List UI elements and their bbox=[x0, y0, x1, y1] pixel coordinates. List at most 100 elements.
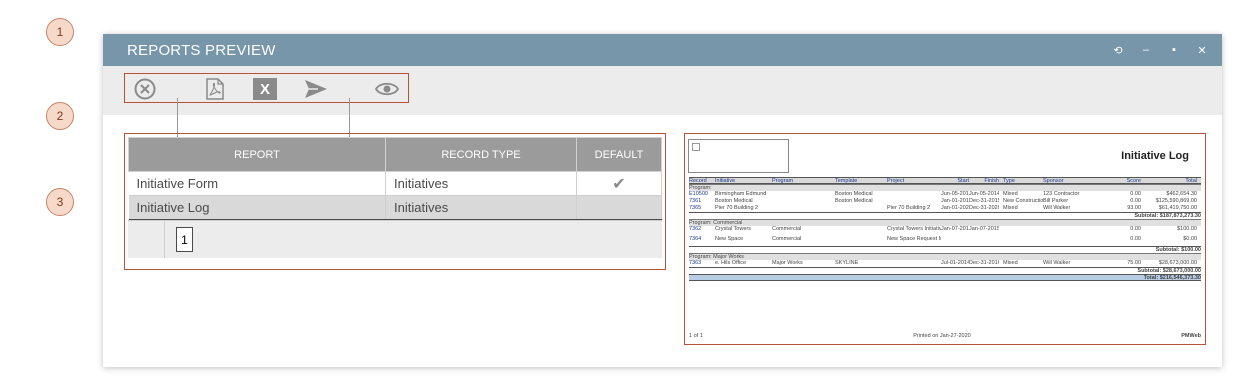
preview-cell: SKYLINE bbox=[835, 260, 859, 266]
preview-cell bbox=[887, 198, 941, 205]
preview-cell bbox=[1043, 226, 1103, 236]
preview-data-row: 7362 Crystal Towers Commercial Crystal Towe… bbox=[689, 226, 1201, 236]
preview-col-header: Score bbox=[1126, 178, 1141, 183]
preview-cell: Will Walker bbox=[1043, 205, 1071, 211]
close-circle-icon[interactable] bbox=[133, 78, 157, 100]
preview-cell: Mixed bbox=[1003, 191, 1018, 197]
table-row[interactable]: Initiative Log Initiatives bbox=[128, 195, 662, 220]
toolbar: X bbox=[103, 66, 1222, 147]
reports-table: REPORT RECORD TYPE DEFAULT Initiative Fo… bbox=[128, 137, 662, 220]
preview-group-row: Program: Major Works bbox=[689, 253, 1201, 260]
eye-icon[interactable] bbox=[374, 78, 400, 100]
record-type: Initiatives bbox=[385, 171, 577, 196]
preview-cell: Jun-05-2014 bbox=[969, 191, 999, 197]
preview-cell: Jan-07-2015 bbox=[969, 226, 999, 232]
reports-preview-window: REPORTS PREVIEW ⟲ – ▪ ✕ X REPORT RECORD … bbox=[103, 34, 1222, 367]
preview-cell: Dec-31-2020 bbox=[969, 205, 999, 211]
page-button[interactable]: 1 bbox=[176, 227, 193, 252]
preview-cell: Jun-05-2014 bbox=[941, 191, 969, 197]
excel-glyph: X bbox=[253, 78, 277, 100]
preview-cell: 7363 bbox=[689, 260, 702, 266]
record-type: Initiatives bbox=[385, 195, 577, 220]
column-header-record-type[interactable]: RECORD TYPE bbox=[385, 137, 577, 172]
preview-cell: Pier 70 Building 2 bbox=[887, 205, 931, 211]
column-header-default[interactable]: DEFAULT bbox=[576, 137, 662, 172]
logo-placeholder bbox=[688, 139, 789, 173]
preview-cell bbox=[999, 236, 1043, 246]
title-bar: REPORTS PREVIEW ⟲ – ▪ ✕ bbox=[103, 34, 1222, 66]
preview-cell bbox=[941, 236, 969, 246]
refresh-icon[interactable]: ⟲ bbox=[1110, 44, 1126, 57]
preview-group-row: Program: bbox=[689, 184, 1201, 191]
preview-col-header: Total bbox=[1185, 178, 1197, 183]
close-icon[interactable]: ✕ bbox=[1194, 44, 1210, 57]
preview-subtotal-row: Subtotal: $28,673,000.00 bbox=[689, 267, 1201, 274]
preview-cell: Commercial bbox=[772, 236, 802, 242]
preview-col-header: Template bbox=[835, 178, 858, 183]
preview-cell: Will Walker bbox=[1043, 260, 1071, 266]
preview-col-header: Initiative bbox=[715, 178, 736, 183]
preview-cell: 0.00 bbox=[1130, 191, 1141, 197]
preview-cell: 0.00 bbox=[1130, 226, 1141, 232]
excel-icon[interactable]: X bbox=[253, 78, 277, 100]
preview-total-row: Total: $216,546,373.30 bbox=[689, 274, 1201, 281]
preview-cell: Crystal Towers bbox=[715, 226, 751, 232]
preview-cell: 7365 bbox=[689, 205, 702, 211]
window-title: REPORTS PREVIEW bbox=[127, 41, 276, 59]
preview-cell bbox=[835, 226, 887, 236]
preview-cell bbox=[772, 198, 835, 205]
preview-table: Record Initiative Program Template Proje… bbox=[689, 177, 1201, 281]
preview-cell: 93.00 bbox=[1127, 205, 1141, 211]
maximize-icon[interactable]: ▪ bbox=[1166, 44, 1182, 57]
preview-cell: 7361 bbox=[689, 198, 702, 204]
column-header-report[interactable]: REPORT bbox=[128, 137, 386, 172]
preview-cell: Commercial bbox=[772, 226, 802, 232]
preview-cell: $0.00 bbox=[1183, 236, 1197, 242]
preview-title: Initiative Log bbox=[1121, 150, 1189, 162]
preview-cell: E10500 bbox=[689, 191, 708, 197]
preview-cell bbox=[772, 191, 835, 198]
preview-subtotal-row: Subtotal: $100.00 bbox=[689, 246, 1201, 253]
checkmark-icon: ✔ bbox=[576, 171, 662, 196]
preview-col-header: Sponsor bbox=[1043, 178, 1064, 183]
preview-col-header: Finish bbox=[984, 178, 999, 183]
preview-cell: 0.00 bbox=[1130, 236, 1141, 242]
preview-cell: $28,673,000.00 bbox=[1158, 260, 1197, 266]
preview-cell: e. Hils Office bbox=[715, 260, 747, 266]
pager: 1 bbox=[128, 220, 662, 258]
pdf-icon[interactable] bbox=[204, 78, 226, 100]
preview-cell: Dec-31-2015 bbox=[969, 198, 999, 204]
report-name: Initiative Log bbox=[128, 195, 386, 220]
preview-cell: $100.00 bbox=[1177, 226, 1197, 232]
preview-cell: Pier 70 Building 2 bbox=[715, 205, 759, 211]
minimize-icon[interactable]: – bbox=[1138, 44, 1154, 57]
preview-col-header: Type bbox=[1003, 178, 1015, 183]
preview-data-row: 7361 Boston Medical Boston Medical Jan-01-2… bbox=[689, 198, 1201, 205]
preview-cell: Jan-07-2015 bbox=[941, 226, 969, 232]
preview-printed-date: Printed on Jan-27-2020 bbox=[913, 333, 971, 339]
preview-subtotal: Subtotal: $187,873,273.30 bbox=[1134, 213, 1201, 219]
preview-cell: 123 Contractor bbox=[1043, 191, 1080, 197]
reports-list: REPORT RECORD TYPE DEFAULT Initiative Fo… bbox=[124, 133, 666, 270]
preview-cell bbox=[835, 236, 887, 246]
preview-cell: New Construction bbox=[1003, 198, 1043, 204]
preview-cell bbox=[772, 205, 835, 212]
preview-subtotal: Subtotal: $28,673,000.00 bbox=[1137, 268, 1201, 274]
preview-footer: 1 of 1 Printed on Jan-27-2020 PMWeb bbox=[689, 333, 1201, 339]
preview-col-header: Program bbox=[772, 178, 794, 183]
send-icon[interactable] bbox=[303, 78, 329, 100]
preview-cell: $462,654.30 bbox=[1166, 191, 1197, 197]
preview-col-header: Record bbox=[689, 178, 707, 183]
preview-cell: Dec-31-2016 bbox=[969, 260, 999, 266]
preview-cell: Boston Medical bbox=[835, 191, 873, 197]
preview-cell: Boston Medical bbox=[835, 198, 873, 204]
table-row[interactable]: Initiative Form Initiatives ✔ bbox=[128, 171, 662, 196]
preview-data-row: 7365 Pier 70 Building 2 Pier 70 Building 2… bbox=[689, 205, 1201, 212]
preview-cell bbox=[999, 226, 1043, 236]
preview-cell: Jan-01-2020 bbox=[941, 205, 969, 211]
preview-cell: Boston Medical bbox=[715, 198, 753, 204]
preview-cell: Mixed bbox=[1003, 205, 1018, 211]
preview-cell: Bill Parker bbox=[1043, 198, 1069, 204]
preview-header-row: Record Initiative Program Template Proje… bbox=[689, 177, 1201, 184]
preview-col-header: Start bbox=[957, 178, 969, 183]
